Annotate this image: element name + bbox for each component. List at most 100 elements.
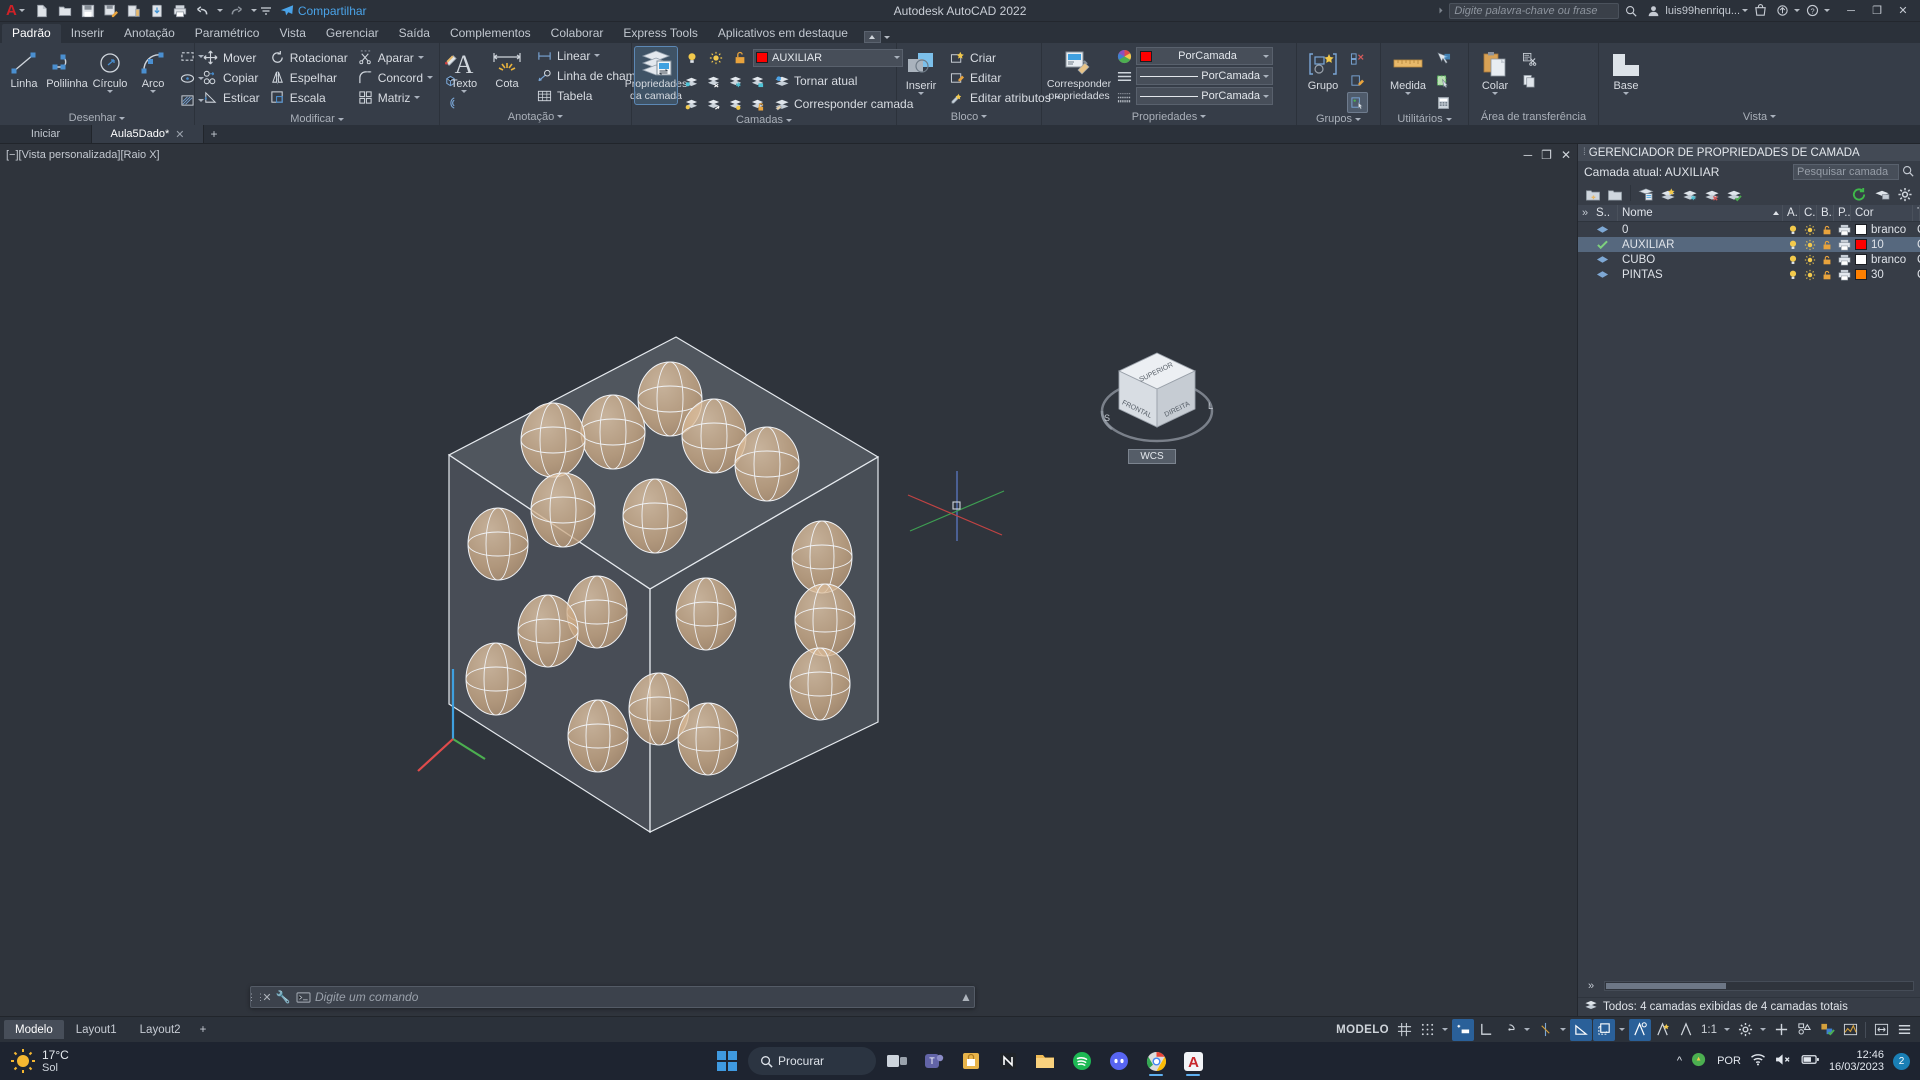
wcs-button[interactable]: WCS xyxy=(1128,449,1176,464)
filter-collapse-button[interactable]: » xyxy=(1584,975,1598,997)
ribbon-tab-anotacao[interactable]: Anotação xyxy=(114,24,185,43)
row-color[interactable]: branco xyxy=(1851,252,1913,267)
undo-icon[interactable] xyxy=(192,1,214,21)
row-plot-icon[interactable] xyxy=(1834,267,1851,282)
ortho-snap-toggle[interactable] xyxy=(1570,1018,1592,1041)
wifi-icon[interactable] xyxy=(1750,1053,1766,1069)
command-expand-icon[interactable]: ▲ xyxy=(958,990,974,1004)
command-line-tools-icon[interactable]: 🔧 xyxy=(273,990,293,1004)
layer-search-input[interactable]: Pesquisar camada xyxy=(1793,164,1899,180)
graphics-performance-icon[interactable] xyxy=(1793,1019,1815,1041)
ribbon-minimize-button[interactable] xyxy=(863,31,881,43)
account-avatar-icon[interactable] xyxy=(1643,2,1663,20)
onedrive-tray-icon[interactable] xyxy=(1691,1052,1708,1070)
tool-inserir-bloco[interactable]: Inserir xyxy=(900,48,942,97)
concord-dropdown-icon[interactable] xyxy=(427,76,434,79)
delete-layer-icon[interactable] xyxy=(1636,184,1656,204)
doc-tab-aula5dado[interactable]: Aula5Dado* ✕ xyxy=(92,125,204,143)
drawing-canvas[interactable]: [−][Vista personalizada][Raio X] ─ ❐ ✕ S… xyxy=(0,144,1577,1016)
row-lock-icon[interactable] xyxy=(1817,267,1834,282)
clean-screen-status-icon[interactable] xyxy=(1816,1019,1838,1041)
row-plot-icon[interactable] xyxy=(1834,237,1851,252)
snap-mode-toggle[interactable] xyxy=(1416,1019,1438,1041)
new-layer-icon[interactable] xyxy=(1583,184,1603,204)
ribbon-tab-express-tools[interactable]: Express Tools xyxy=(613,24,707,43)
row-status-icon[interactable] xyxy=(1592,237,1618,252)
base-dropdown-icon[interactable] xyxy=(1623,92,1629,95)
undo-dropdown-icon[interactable] xyxy=(215,1,225,21)
row-plot-icon[interactable] xyxy=(1834,222,1851,237)
save-as-icon[interactable] xyxy=(100,1,122,21)
layer-state-manager-icon[interactable] xyxy=(1872,184,1892,204)
customize-qat-icon[interactable] xyxy=(260,1,272,21)
3d-object-snap-toggle[interactable] xyxy=(1652,1019,1674,1041)
connected-chevron-icon[interactable] xyxy=(1794,9,1800,12)
row-on-icon[interactable] xyxy=(1783,252,1800,267)
row-name[interactable]: AUXILIAR xyxy=(1618,237,1783,252)
object-snap-tracking-toggle[interactable] xyxy=(1534,1019,1556,1041)
panel-camadas-chevron-icon[interactable] xyxy=(786,118,793,122)
command-input[interactable]: Digite um comando xyxy=(313,990,958,1004)
row-freeze-icon[interactable] xyxy=(1800,267,1817,282)
ribbon-minimize-chevron-icon[interactable] xyxy=(883,35,890,39)
doc-tab-iniciar[interactable]: Iniciar xyxy=(0,125,92,143)
matriz-dropdown-icon[interactable] xyxy=(414,96,421,99)
lineweight-display-toggle[interactable] xyxy=(1675,1019,1697,1041)
tool-aparar[interactable]: Aparar xyxy=(353,48,437,67)
stay-connected-icon[interactable] xyxy=(1772,2,1792,20)
search-icon[interactable] xyxy=(1902,165,1914,180)
arco-dropdown-icon[interactable] xyxy=(150,90,156,93)
account-chevron-icon[interactable] xyxy=(1742,9,1748,12)
taskbar-search[interactable]: Procurar xyxy=(748,1047,876,1075)
row-color[interactable]: 10 xyxy=(1851,237,1913,252)
panel-grupos-chevron-icon[interactable] xyxy=(1355,117,1362,121)
new-group-filter-icon[interactable] xyxy=(1702,184,1722,204)
help-icon[interactable]: ? xyxy=(1802,2,1822,20)
new-icon[interactable] xyxy=(31,1,53,21)
viewport-close-button[interactable]: ✕ xyxy=(1561,148,1571,162)
chrome-icon[interactable] xyxy=(1140,1045,1172,1077)
tool-copiar[interactable]: Copiar xyxy=(198,68,264,87)
redo-icon[interactable] xyxy=(226,1,248,21)
viewport-maximize-button[interactable]: ❐ xyxy=(1541,148,1552,162)
tool-matriz[interactable]: Matriz xyxy=(353,88,437,107)
table-row[interactable]: AUXILIAR 10 Contí xyxy=(1578,237,1920,252)
viewport-label[interactable]: [−][Vista personalizada][Raio X] xyxy=(6,149,160,161)
row-status-icon[interactable] xyxy=(1592,252,1618,267)
color-selector-chevron-icon[interactable] xyxy=(1263,54,1269,58)
row-plot-icon[interactable] xyxy=(1834,252,1851,267)
ribbon-tab-colaborar[interactable]: Colaborar xyxy=(541,24,614,43)
panel-vista-chevron-icon[interactable] xyxy=(1770,115,1777,118)
row-on-icon[interactable] xyxy=(1783,267,1800,282)
col-on[interactable]: A. xyxy=(1783,205,1800,221)
row-status-icon[interactable] xyxy=(1592,222,1618,237)
inserir-dropdown-icon[interactable] xyxy=(918,92,924,95)
minimize-button[interactable]: ─ xyxy=(1838,0,1864,22)
close-icon[interactable]: ✕ xyxy=(175,128,184,141)
polar-dropdown-icon[interactable] xyxy=(1521,1019,1533,1041)
tool-medida[interactable]: Medida xyxy=(1384,48,1432,97)
palette-grip[interactable]: ⁞ xyxy=(1583,147,1585,158)
row-linetype[interactable]: Contí xyxy=(1913,267,1920,282)
command-line-close-icon[interactable]: ✕ xyxy=(261,991,273,1004)
row-freeze-icon[interactable] xyxy=(1800,252,1817,267)
lightbulb-icon[interactable] xyxy=(681,47,702,68)
ribbon-tab-gerenciar[interactable]: Gerenciar xyxy=(316,24,389,43)
row-freeze-icon[interactable] xyxy=(1800,237,1817,252)
viewport-minimize-button[interactable]: ─ xyxy=(1524,148,1533,162)
sun-icon[interactable] xyxy=(705,47,726,68)
table-row[interactable]: 0 branco Contín xyxy=(1578,222,1920,237)
layer-isolate-icon[interactable] xyxy=(681,70,702,91)
isolate-objects-icon[interactable] xyxy=(1770,1019,1792,1041)
linetype-selector[interactable]: PorCamada xyxy=(1136,67,1273,85)
row-lock-icon[interactable] xyxy=(1817,252,1834,267)
ribbon-tab-vista[interactable]: Vista xyxy=(269,24,315,43)
panel-propriedades-chevron-icon[interactable] xyxy=(1200,115,1207,118)
new-document-button[interactable]: + xyxy=(204,125,224,143)
open-icon[interactable] xyxy=(54,1,76,21)
ribbon-tab-parametrico[interactable]: Paramétrico xyxy=(185,24,270,43)
taskbar-clock[interactable]: 12:46 16/03/2023 xyxy=(1829,1049,1884,1073)
ribbon-tab-complementos[interactable]: Complementos xyxy=(440,24,541,43)
new-property-filter-icon[interactable] xyxy=(1680,184,1700,204)
layout-tab-layout1[interactable]: Layout1 xyxy=(65,1020,128,1039)
